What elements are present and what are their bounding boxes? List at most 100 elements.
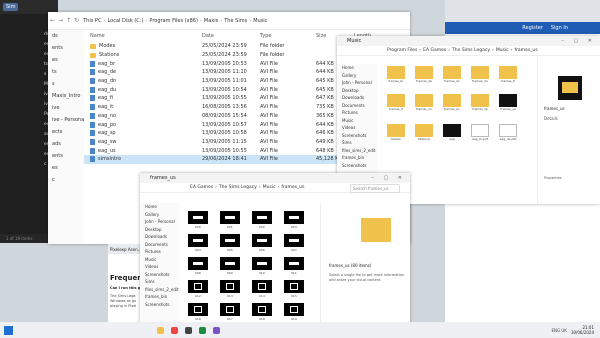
file-tile[interactable]: Stations	[415, 124, 433, 141]
col-name[interactable]: Name	[84, 33, 202, 39]
chrome-icon[interactable]	[170, 326, 178, 334]
file-tile[interactable]: frames_du	[471, 66, 489, 83]
file-tile[interactable]: frames_no	[415, 94, 433, 111]
nav-pane-item[interactable]: Pictures	[140, 248, 180, 256]
breadcrumb-item[interactable]: frames_us	[514, 48, 537, 53]
music-sidebar-item[interactable]: ive - Personal	[48, 114, 84, 126]
nav-pane-item[interactable]: Home	[140, 203, 180, 211]
frame-thumbnail[interactable]	[252, 257, 272, 270]
file-tile[interactable]: frames_dn	[443, 66, 461, 83]
frame-thumbnail[interactable]	[188, 211, 208, 224]
nav-pane-item[interactable]: Downloads	[337, 94, 377, 102]
frame-thumbnail[interactable]	[220, 257, 240, 270]
breadcrumb-item[interactable]: EA Games	[190, 185, 213, 190]
frame-thumbnail[interactable]	[220, 303, 240, 316]
nav-pane-item[interactable]: Sims	[337, 139, 377, 147]
dark-window-tab[interactable]: Sim	[3, 3, 19, 11]
frame-thumbnail[interactable]	[284, 257, 304, 270]
file-tile[interactable]: eag_br.pdf	[471, 124, 489, 141]
file-tile[interactable]: frames_us	[499, 94, 517, 111]
breadcrumb-item[interactable]: Program Files	[387, 48, 417, 53]
music-sidebar-item[interactable]: s	[48, 78, 84, 90]
breadcrumb-item[interactable]: The Sims	[224, 18, 247, 24]
web-tab[interactable]: Pixelexp Asen...	[108, 244, 140, 254]
frame-thumbnail[interactable]	[284, 303, 304, 316]
nav-pane-item[interactable]: Music	[140, 256, 180, 264]
col-type[interactable]: Type	[260, 33, 316, 39]
nav-pane-item[interactable]: files_sims_2_edit	[140, 286, 180, 294]
register-link[interactable]: Register	[522, 25, 543, 31]
search-input[interactable]: Search frames_us	[350, 184, 400, 193]
col-date[interactable]: Date	[202, 33, 260, 39]
nav-pane-item[interactable]: Videos	[337, 124, 377, 132]
music-sidebar-item[interactable]: ents	[48, 150, 84, 162]
nav-pane-item[interactable]: Gallery	[337, 72, 377, 80]
nav-pane-item[interactable]: Screenshots	[337, 162, 377, 170]
breadcrumb-item[interactable]: Program Files (x86)	[149, 18, 197, 24]
frame-thumbnail[interactable]	[188, 257, 208, 270]
nav-pane-item[interactable]: files_sims_2_edit	[337, 147, 377, 155]
nav-pane-item[interactable]: Home	[337, 64, 377, 72]
nav-pane-item[interactable]: Screenshots	[140, 301, 180, 309]
file-tile[interactable]: frames_fi	[499, 66, 517, 83]
start-icon[interactable]	[4, 325, 13, 335]
forward-icon[interactable]: →	[58, 17, 63, 24]
frame-thumbnail[interactable]	[252, 211, 272, 224]
nav-pane-item[interactable]: Sims	[140, 278, 180, 286]
music-sidebar-item[interactable]: ts	[48, 66, 84, 78]
nav-pane-item[interactable]: Downloads	[140, 233, 180, 241]
refresh-icon[interactable]: ↻	[74, 17, 79, 24]
file-tile[interactable]: frames_po	[443, 94, 461, 111]
music-sidebar-item[interactable]: ents	[48, 42, 84, 54]
breadcrumb-item[interactable]: Music	[496, 48, 509, 53]
music-sidebar-item[interactable]: ds	[48, 30, 84, 42]
file-tile[interactable]: frames_br	[387, 66, 405, 83]
nav-pane-item[interactable]: Videos	[140, 263, 180, 271]
music-sidebar-item[interactable]: es	[48, 54, 84, 66]
breadcrumb-item[interactable]: The Sims Legacy	[219, 185, 257, 190]
frame-thumbnail[interactable]	[188, 234, 208, 247]
file-tile[interactable]: eag_de.pdf	[499, 124, 517, 141]
nav-pane-item[interactable]: Documents	[337, 102, 377, 110]
locale-indicator[interactable]: ENG UK	[551, 328, 566, 333]
frame-thumbnail[interactable]	[284, 234, 304, 247]
nav-pane-item[interactable]: Desktop	[337, 87, 377, 95]
frame-thumbnail[interactable]	[220, 280, 240, 293]
window-controls[interactable]: – ▢ ✕	[561, 38, 596, 44]
sign-in-link[interactable]: Sign In	[551, 25, 568, 31]
app-icon[interactable]	[212, 326, 220, 334]
back-icon[interactable]: ←	[50, 17, 55, 24]
music-sidebar-item[interactable]: c	[48, 174, 84, 186]
breadcrumb-item[interactable]: EA Games	[423, 48, 446, 53]
file-tile[interactable]: frames_it	[387, 94, 405, 111]
music-sidebar-item[interactable]: Maxis_Intro	[48, 90, 84, 102]
file-tile[interactable]: eag	[443, 124, 461, 141]
file-tile[interactable]: frames_de	[415, 66, 433, 83]
breadcrumb-item[interactable]: Music	[263, 185, 276, 190]
breadcrumb-item[interactable]: This PC	[83, 18, 101, 24]
nav-pane-item[interactable]: Music	[337, 117, 377, 125]
properties-link[interactable]: Properties	[544, 176, 562, 180]
explorer-icon[interactable]	[156, 326, 164, 334]
file-tile[interactable]: Modes	[387, 124, 405, 141]
frame-thumbnail[interactable]	[284, 211, 304, 224]
frame-thumbnail[interactable]	[188, 280, 208, 293]
file-tile[interactable]: frames_sp	[471, 94, 489, 111]
breadcrumb-item[interactable]: Maxis	[204, 18, 218, 24]
nav-pane-item[interactable]: frames_bin	[337, 154, 377, 162]
frame-thumbnail[interactable]	[252, 234, 272, 247]
music-sidebar-item[interactable]: ive	[48, 102, 84, 114]
frame-thumbnail[interactable]	[220, 234, 240, 247]
nav-pane-item[interactable]: Gallery	[140, 211, 180, 219]
frame-thumbnail[interactable]	[284, 280, 304, 293]
breadcrumb-item[interactable]: Music	[253, 18, 267, 24]
clock[interactable]: 21:01 30/06/2024	[571, 325, 594, 335]
nav-pane-item[interactable]: Desktop	[140, 226, 180, 234]
breadcrumb-item[interactable]: Local Disk (C:)	[107, 18, 143, 24]
frame-thumbnail[interactable]	[252, 303, 272, 316]
music-sidebar-item[interactable]: ads	[48, 138, 84, 150]
nav-pane-item[interactable]: Screenshots	[140, 271, 180, 279]
nav-pane-item[interactable]: John - Personal	[140, 218, 180, 226]
music-sidebar-item[interactable]: ects	[48, 126, 84, 138]
breadcrumb-item[interactable]: frames_us	[281, 185, 304, 190]
